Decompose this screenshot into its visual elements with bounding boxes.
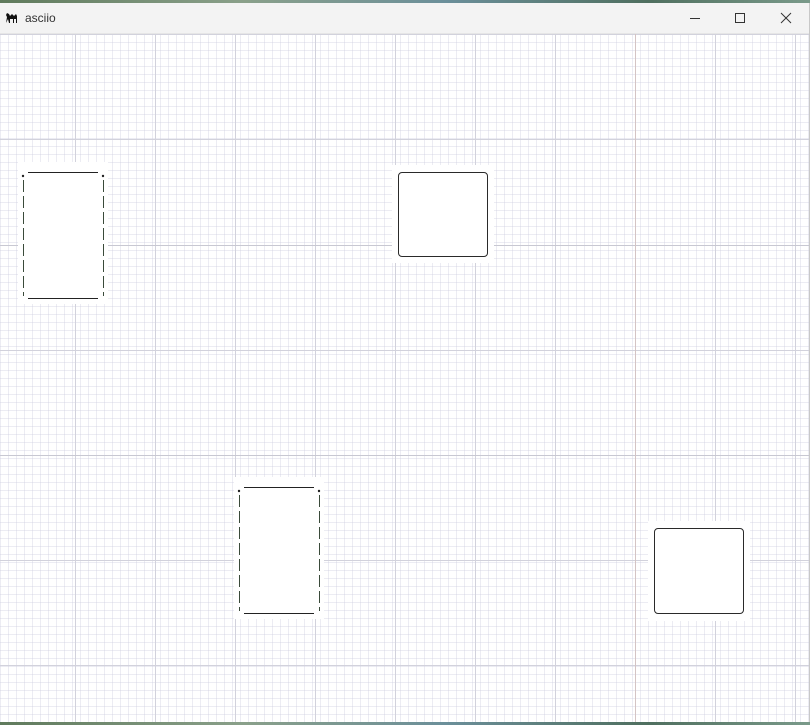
maximize-icon: [735, 13, 745, 23]
close-button[interactable]: [763, 3, 809, 33]
app-window: asciio: [0, 3, 810, 722]
dashed-box-1[interactable]: [18, 166, 108, 302]
minimize-button[interactable]: [672, 3, 718, 33]
rounded-box-2[interactable]: [654, 528, 744, 614]
rounded-box-1[interactable]: [398, 172, 488, 257]
minimize-icon: [690, 18, 700, 19]
drawing-canvas[interactable]: [0, 34, 809, 722]
close-icon: [780, 12, 792, 24]
window-title: asciio: [25, 11, 56, 25]
title-bar[interactable]: asciio: [0, 3, 809, 34]
camel-icon: [6, 13, 17, 23]
maximize-button[interactable]: [717, 3, 763, 33]
dashed-box-2[interactable]: [234, 481, 324, 617]
